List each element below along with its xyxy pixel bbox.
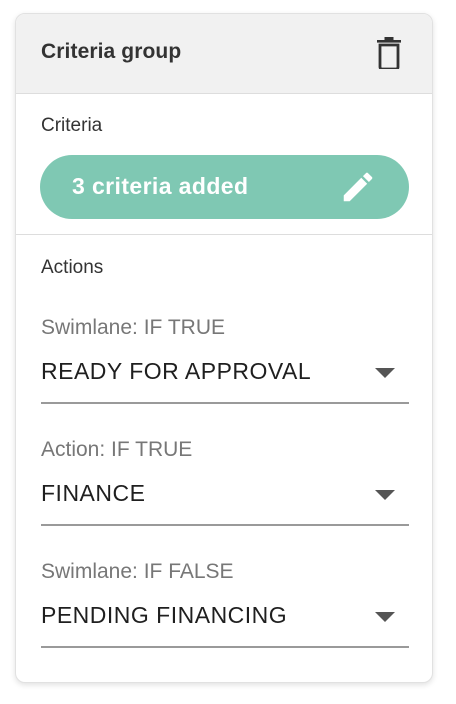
field-label: Action: IF TRUE <box>41 438 193 461</box>
criteria-count-text: 3 criteria added <box>72 173 249 199</box>
field-value: READY FOR APPROVAL <box>41 358 312 384</box>
field-underline <box>41 402 409 404</box>
criteria-added-button[interactable]: 3 criteria added <box>40 155 409 219</box>
criteria-label: Criteria <box>41 115 103 136</box>
field-value: FINANCE <box>41 480 146 506</box>
dropdown-arrow-icon[interactable] <box>375 490 395 500</box>
field-label: Swimlane: IF TRUE <box>41 316 225 339</box>
trash-icon[interactable] <box>376 37 402 69</box>
criteria-group-card: Criteria group Criteria 3 criteria added… <box>15 13 433 683</box>
dropdown-arrow-icon[interactable] <box>375 368 395 378</box>
field-underline <box>41 524 409 526</box>
swimlane-if-false-select[interactable]: Swimlane: IF FALSE PENDING FINANCING <box>41 560 409 650</box>
action-if-true-select[interactable]: Action: IF TRUE FINANCE <box>41 438 409 528</box>
swimlane-if-true-select[interactable]: Swimlane: IF TRUE READY FOR APPROVAL <box>41 316 409 406</box>
card-header: Criteria group <box>16 14 432 94</box>
field-label: Swimlane: IF FALSE <box>41 560 234 583</box>
pencil-icon <box>343 172 373 202</box>
field-value: PENDING FINANCING <box>41 602 288 628</box>
actions-label: Actions <box>41 257 104 278</box>
card-title: Criteria group <box>41 40 182 63</box>
actions-section: Actions Swimlane: IF TRUE READY FOR APPR… <box>16 235 432 675</box>
dropdown-arrow-icon[interactable] <box>375 612 395 622</box>
field-underline <box>41 646 409 648</box>
criteria-section: Criteria 3 criteria added <box>16 94 432 235</box>
